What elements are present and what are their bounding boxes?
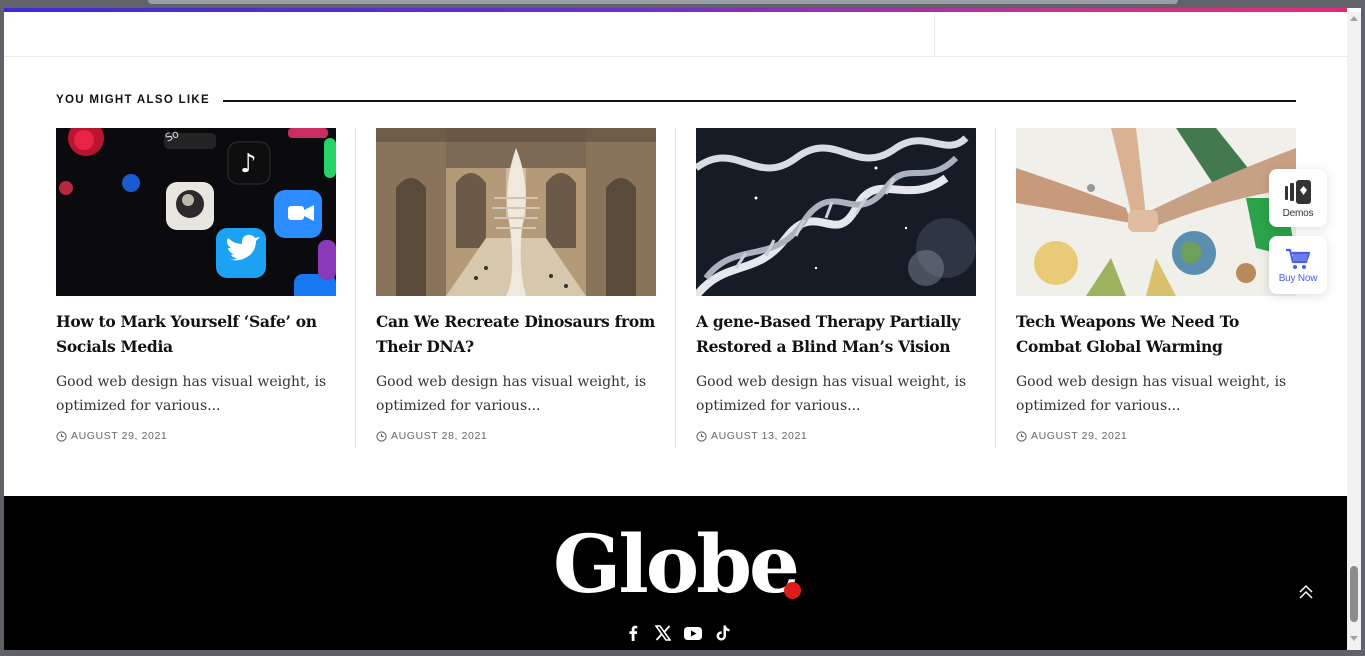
post-date-text: AUGUST 29, 2021 — [71, 430, 168, 442]
related-post-card: A gene-Based Therapy Partially Restored … — [696, 128, 976, 442]
post-date: AUGUST 29, 2021 — [1016, 430, 1296, 442]
post-image-dna[interactable] — [696, 128, 976, 296]
site-footer: Globe — [4, 496, 1347, 650]
related-post-card: So ♪ How to Mark Yourself ‘Safe’ on Soci… — [56, 128, 336, 442]
post-date: AUGUST 28, 2021 — [376, 430, 656, 442]
scrollbar-thumb[interactable] — [1350, 566, 1358, 622]
post-date: AUGUST 29, 2021 — [56, 430, 336, 442]
buy-now-widget[interactable]: Buy Now — [1269, 236, 1327, 294]
window-right-edge — [1361, 0, 1365, 656]
social-links — [624, 624, 732, 642]
clock-icon — [56, 430, 67, 442]
post-title[interactable]: A gene-Based Therapy Partially Restored … — [696, 310, 976, 359]
post-excerpt: Good web design has visual weight, is op… — [376, 374, 647, 414]
demos-label: Demos — [1282, 207, 1314, 219]
svg-text:♪: ♪ — [240, 149, 257, 179]
related-post-card: Can We Recreate Dinosaurs from Their DNA… — [376, 128, 656, 442]
buy-now-label: Buy Now — [1278, 272, 1318, 284]
clock-icon — [1016, 430, 1027, 442]
scroll-to-top-button[interactable] — [1294, 580, 1318, 604]
cart-icon — [1286, 248, 1311, 269]
card-divider — [355, 128, 356, 448]
post-title[interactable]: Can We Recreate Dinosaurs from Their DNA… — [376, 310, 656, 359]
post-date: AUGUST 13, 2021 — [696, 430, 976, 442]
heading-rule — [223, 100, 1296, 102]
footer-logo[interactable]: Globe — [553, 514, 800, 614]
post-date-text: AUGUST 13, 2021 — [711, 430, 808, 442]
browser-top-bar — [0, 0, 1365, 8]
tiktok-icon[interactable] — [714, 624, 732, 642]
card-divider — [995, 128, 996, 448]
facebook-icon[interactable] — [624, 624, 642, 642]
post-excerpt: Good web design has visual weight, is op… — [696, 374, 967, 414]
clock-icon — [696, 430, 707, 442]
x-icon[interactable] — [654, 624, 672, 642]
post-date-text: AUGUST 28, 2021 — [391, 430, 488, 442]
youtube-icon[interactable] — [684, 624, 702, 642]
window-bottom-edge — [0, 650, 1365, 656]
related-heading: YOU MIGHT ALSO LIKE — [56, 94, 210, 106]
clock-icon — [376, 430, 387, 442]
scrollbar-down-arrow[interactable] — [1350, 636, 1358, 641]
previous-section-bottom — [4, 12, 1347, 57]
scrollbar-up-arrow[interactable] — [1350, 16, 1358, 21]
scrollbar[interactable] — [1347, 12, 1361, 650]
related-post-card: Tech Weapons We Need To Combat Global Wa… — [1016, 128, 1296, 442]
post-excerpt: Good web design has visual weight, is op… — [56, 374, 327, 414]
post-excerpt: Good web design has visual weight, is op… — [1016, 374, 1287, 414]
post-title[interactable]: Tech Weapons We Need To Combat Global Wa… — [1016, 310, 1296, 359]
post-title[interactable]: How to Mark Yourself ‘Safe’ on Socials M… — [56, 310, 336, 359]
logo-dot — [784, 582, 801, 599]
post-date-text: AUGUST 29, 2021 — [1031, 430, 1128, 442]
post-image-social-apps[interactable]: So ♪ — [56, 128, 336, 296]
post-image-hands-globe[interactable] — [1016, 128, 1296, 296]
browser-address-area — [148, 0, 1178, 4]
demos-icon — [1285, 179, 1311, 204]
demos-widget[interactable]: Demos — [1269, 169, 1327, 227]
card-divider — [675, 128, 676, 448]
post-image-museum[interactable] — [376, 128, 656, 296]
column-divider — [934, 12, 935, 57]
double-chevron-up-icon — [1299, 584, 1313, 599]
